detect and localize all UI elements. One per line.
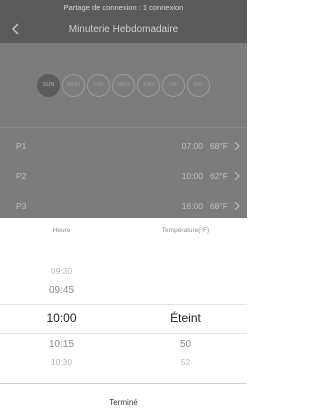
day-sun[interactable]: SUN <box>37 73 60 97</box>
period-time: 07:00 <box>181 141 203 151</box>
period-row-p1[interactable]: P1 07:00 68°F <box>0 131 247 161</box>
day-wed[interactable]: WED <box>112 73 135 97</box>
divider <box>0 127 247 128</box>
hour-option[interactable]: 10:30 <box>0 357 123 367</box>
picker-selection-line-bottom <box>0 333 247 334</box>
period-name: P3 <box>16 201 27 211</box>
period-name: P2 <box>16 171 27 181</box>
day-selector: SUN MON TUE WED THU FRI SAT <box>0 43 247 127</box>
page-title: Minuterie Hebdomadaire <box>68 23 179 35</box>
temperature-column-header: Température(°F) <box>161 227 210 234</box>
chevron-left-icon[interactable] <box>9 22 23 36</box>
period-row-p3[interactable]: P3 16:00 68°F <box>0 191 247 221</box>
day-fri[interactable]: FRI <box>162 73 185 97</box>
hour-option[interactable]: 10:15 <box>0 339 123 350</box>
chevron-right-icon <box>233 201 241 211</box>
picker-selection-line-top <box>0 304 247 305</box>
status-bar-text: Partage de connexion : 1 connexion <box>63 3 184 12</box>
nav-bar: Minuterie Hebdomadaire <box>0 15 247 43</box>
hour-option-selected[interactable]: 10:00 <box>0 311 123 325</box>
done-button[interactable]: Terminé <box>0 398 247 407</box>
chevron-right-icon <box>233 141 241 151</box>
temperature-option[interactable]: 52 <box>124 357 247 367</box>
day-thu[interactable]: THU <box>137 73 160 97</box>
period-time: 10:00 <box>181 171 203 181</box>
period-row-p2[interactable]: P2 10:00 62°F <box>0 161 247 191</box>
day-sat[interactable]: SAT <box>187 73 210 97</box>
chevron-right-icon <box>233 171 241 181</box>
hour-column-header: Heure <box>52 227 71 234</box>
picker-bottom-divider <box>0 383 247 384</box>
period-time: 16:00 <box>181 201 203 211</box>
temperature-option-selected[interactable]: Éteint <box>124 311 247 325</box>
hour-option[interactable]: 09:30 <box>0 266 123 276</box>
temperature-option[interactable]: 50 <box>124 339 247 350</box>
period-temp: 62°F <box>209 171 228 181</box>
day-mon[interactable]: MON <box>62 73 85 97</box>
period-temp: 68°F <box>209 201 228 211</box>
hour-option[interactable]: 09:45 <box>0 285 123 296</box>
status-bar: Partage de connexion : 1 connexion <box>0 0 247 15</box>
period-temp: 68°F <box>209 141 228 151</box>
period-name: P1 <box>16 141 27 151</box>
day-tue[interactable]: TUE <box>87 73 110 97</box>
